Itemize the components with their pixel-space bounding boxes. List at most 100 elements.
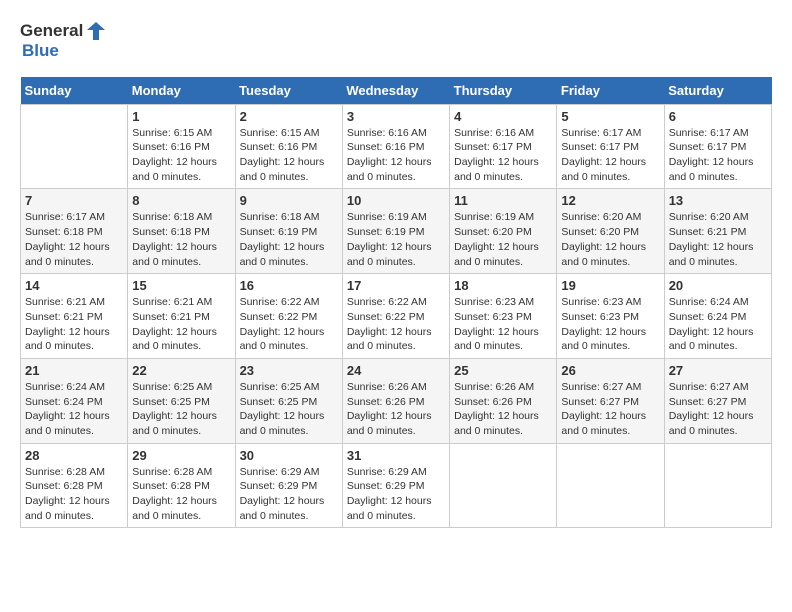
cell-day-number: 9: [240, 193, 338, 208]
cell-day-number: 22: [132, 363, 230, 378]
cell-sun-info: Sunrise: 6:24 AMSunset: 6:24 PMDaylight:…: [669, 295, 767, 354]
calendar-cell: 1 Sunrise: 6:15 AMSunset: 6:16 PMDaylight…: [128, 104, 235, 189]
calendar-cell: 9 Sunrise: 6:18 AMSunset: 6:19 PMDaylight…: [235, 189, 342, 274]
calendar-cell: 13 Sunrise: 6:20 AMSunset: 6:21 PMDayligh…: [664, 189, 771, 274]
calendar-cell: [557, 443, 664, 528]
cell-day-number: 29: [132, 448, 230, 463]
cell-sun-info: Sunrise: 6:17 AMSunset: 6:17 PMDaylight:…: [669, 126, 767, 185]
calendar-cell: 24 Sunrise: 6:26 AMSunset: 6:26 PMDayligh…: [342, 358, 449, 443]
calendar-cell: 21 Sunrise: 6:24 AMSunset: 6:24 PMDayligh…: [21, 358, 128, 443]
logo-general: General: [20, 22, 83, 41]
logo-bird-icon: [85, 20, 107, 42]
week-row-3: 21 Sunrise: 6:24 AMSunset: 6:24 PMDayligh…: [21, 358, 772, 443]
cell-sun-info: Sunrise: 6:25 AMSunset: 6:25 PMDaylight:…: [132, 380, 230, 439]
header-day-thursday: Thursday: [450, 77, 557, 105]
calendar-cell: 3Sunrise: 6:16 AMSunset: 6:16 PMDaylight…: [342, 104, 449, 189]
calendar-cell: 15Sunrise: 6:21 AMSunset: 6:21 PMDayligh…: [128, 274, 235, 359]
cell-sun-info: Sunrise: 6:26 AMSunset: 6:26 PMDaylight:…: [454, 380, 552, 439]
cell-day-number: 17: [347, 278, 445, 293]
calendar-cell: [450, 443, 557, 528]
cell-day-number: 4: [454, 109, 552, 124]
calendar-cell: 6 Sunrise: 6:17 AMSunset: 6:17 PMDaylight…: [664, 104, 771, 189]
cell-day-number: 13: [669, 193, 767, 208]
calendar-cell: 19Sunrise: 6:23 AMSunset: 6:23 PMDayligh…: [557, 274, 664, 359]
cell-day-number: 6: [669, 109, 767, 124]
calendar-cell: 11 Sunrise: 6:19 AMSunset: 6:20 PMDayligh…: [450, 189, 557, 274]
cell-sun-info: Sunrise: 6:18 AMSunset: 6:19 PMDaylight:…: [240, 210, 338, 269]
calendar-cell: 8 Sunrise: 6:18 AMSunset: 6:18 PMDaylight…: [128, 189, 235, 274]
cell-day-number: 14: [25, 278, 123, 293]
cell-day-number: 12: [561, 193, 659, 208]
cell-day-number: 25: [454, 363, 552, 378]
header-day-wednesday: Wednesday: [342, 77, 449, 105]
cell-day-number: 7: [25, 193, 123, 208]
cell-day-number: 27: [669, 363, 767, 378]
cell-sun-info: Sunrise: 6:21 AMSunset: 6:21 PMDaylight:…: [25, 295, 123, 354]
cell-sun-info: Sunrise: 6:24 AMSunset: 6:24 PMDaylight:…: [25, 380, 123, 439]
calendar-cell: 16 Sunrise: 6:22 AMSunset: 6:22 PMDayligh…: [235, 274, 342, 359]
calendar-cell: 7 Sunrise: 6:17 AMSunset: 6:18 PMDaylight…: [21, 189, 128, 274]
cell-day-number: 5: [561, 109, 659, 124]
header-day-friday: Friday: [557, 77, 664, 105]
cell-sun-info: Sunrise: 6:17 AMSunset: 6:18 PMDaylight:…: [25, 210, 123, 269]
calendar-cell: 12 Sunrise: 6:20 AMSunset: 6:20 PMDayligh…: [557, 189, 664, 274]
header-day-monday: Monday: [128, 77, 235, 105]
cell-day-number: 1: [132, 109, 230, 124]
cell-day-number: 23: [240, 363, 338, 378]
calendar-cell: 20 Sunrise: 6:24 AMSunset: 6:24 PMDayligh…: [664, 274, 771, 359]
cell-sun-info: Sunrise: 6:23 AMSunset: 6:23 PMDaylight:…: [454, 295, 552, 354]
cell-day-number: 10: [347, 193, 445, 208]
cell-sun-info: Sunrise: 6:22 AMSunset: 6:22 PMDaylight:…: [347, 295, 445, 354]
cell-sun-info: Sunrise: 6:29 AMSunset: 6:29 PMDaylight:…: [347, 465, 445, 524]
calendar-cell: 31 Sunrise: 6:29 AMSunset: 6:29 PMDayligh…: [342, 443, 449, 528]
header-day-tuesday: Tuesday: [235, 77, 342, 105]
calendar-cell: 17 Sunrise: 6:22 AMSunset: 6:22 PMDayligh…: [342, 274, 449, 359]
cell-day-number: 24: [347, 363, 445, 378]
logo: General Blue: [20, 20, 107, 61]
cell-sun-info: Sunrise: 6:15 AMSunset: 6:16 PMDaylight:…: [132, 126, 230, 185]
calendar-cell: 27 Sunrise: 6:27 AMSunset: 6:27 PMDayligh…: [664, 358, 771, 443]
cell-sun-info: Sunrise: 6:25 AMSunset: 6:25 PMDaylight:…: [240, 380, 338, 439]
cell-day-number: 28: [25, 448, 123, 463]
calendar-cell: [664, 443, 771, 528]
cell-sun-info: Sunrise: 6:16 AMSunset: 6:16 PMDaylight:…: [347, 126, 445, 185]
cell-day-number: 18: [454, 278, 552, 293]
cell-sun-info: Sunrise: 6:20 AMSunset: 6:21 PMDaylight:…: [669, 210, 767, 269]
cell-sun-info: Sunrise: 6:19 AMSunset: 6:20 PMDaylight:…: [454, 210, 552, 269]
calendar-cell: [21, 104, 128, 189]
cell-day-number: 26: [561, 363, 659, 378]
cell-sun-info: Sunrise: 6:17 AMSunset: 6:17 PMDaylight:…: [561, 126, 659, 185]
cell-sun-info: Sunrise: 6:20 AMSunset: 6:20 PMDaylight:…: [561, 210, 659, 269]
header-day-saturday: Saturday: [664, 77, 771, 105]
calendar-cell: 26Sunrise: 6:27 AMSunset: 6:27 PMDayligh…: [557, 358, 664, 443]
header-day-sunday: Sunday: [21, 77, 128, 105]
cell-sun-info: Sunrise: 6:26 AMSunset: 6:26 PMDaylight:…: [347, 380, 445, 439]
cell-day-number: 16: [240, 278, 338, 293]
cell-sun-info: Sunrise: 6:22 AMSunset: 6:22 PMDaylight:…: [240, 295, 338, 354]
cell-sun-info: Sunrise: 6:15 AMSunset: 6:16 PMDaylight:…: [240, 126, 338, 185]
cell-sun-info: Sunrise: 6:19 AMSunset: 6:19 PMDaylight:…: [347, 210, 445, 269]
cell-sun-info: Sunrise: 6:16 AMSunset: 6:17 PMDaylight:…: [454, 126, 552, 185]
cell-sun-info: Sunrise: 6:28 AMSunset: 6:28 PMDaylight:…: [132, 465, 230, 524]
header-row: SundayMondayTuesdayWednesdayThursdayFrid…: [21, 77, 772, 105]
cell-day-number: 8: [132, 193, 230, 208]
cell-day-number: 2: [240, 109, 338, 124]
calendar-table: SundayMondayTuesdayWednesdayThursdayFrid…: [20, 77, 772, 529]
logo-blue: Blue: [22, 42, 107, 61]
calendar-cell: 22 Sunrise: 6:25 AMSunset: 6:25 PMDayligh…: [128, 358, 235, 443]
cell-sun-info: Sunrise: 6:27 AMSunset: 6:27 PMDaylight:…: [669, 380, 767, 439]
cell-sun-info: Sunrise: 6:18 AMSunset: 6:18 PMDaylight:…: [132, 210, 230, 269]
calendar-cell: 28 Sunrise: 6:28 AMSunset: 6:28 PMDayligh…: [21, 443, 128, 528]
week-row-0: 1 Sunrise: 6:15 AMSunset: 6:16 PMDaylight…: [21, 104, 772, 189]
cell-day-number: 31: [347, 448, 445, 463]
cell-sun-info: Sunrise: 6:28 AMSunset: 6:28 PMDaylight:…: [25, 465, 123, 524]
cell-day-number: 20: [669, 278, 767, 293]
calendar-cell: 10 Sunrise: 6:19 AMSunset: 6:19 PMDayligh…: [342, 189, 449, 274]
week-row-4: 28 Sunrise: 6:28 AMSunset: 6:28 PMDayligh…: [21, 443, 772, 528]
cell-day-number: 11: [454, 193, 552, 208]
calendar-cell: 2 Sunrise: 6:15 AMSunset: 6:16 PMDaylight…: [235, 104, 342, 189]
cell-day-number: 30: [240, 448, 338, 463]
cell-day-number: 21: [25, 363, 123, 378]
week-row-2: 14 Sunrise: 6:21 AMSunset: 6:21 PMDayligh…: [21, 274, 772, 359]
calendar-cell: 4 Sunrise: 6:16 AMSunset: 6:17 PMDaylight…: [450, 104, 557, 189]
